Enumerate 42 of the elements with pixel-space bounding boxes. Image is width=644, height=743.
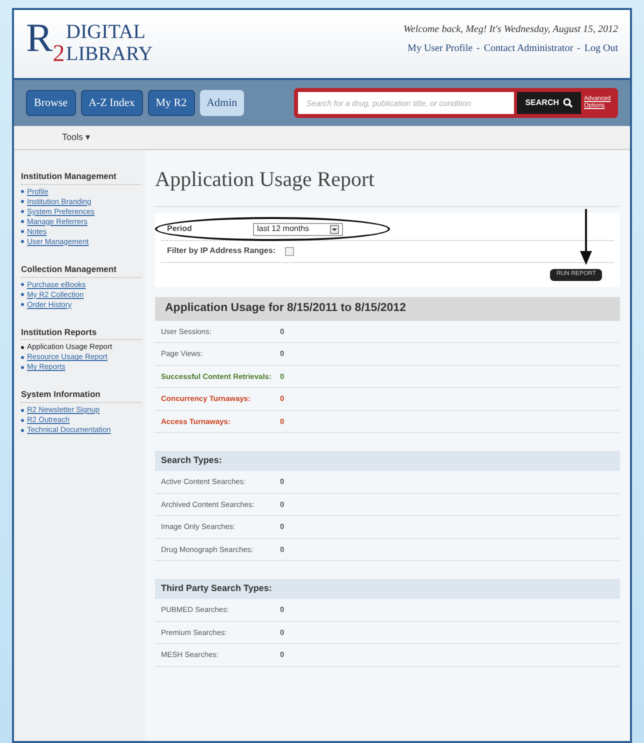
page-title: Application Usage Report (155, 164, 620, 206)
welcome-message: Welcome back, Meg! It's Wednesday, August 15, 2012 (403, 23, 618, 37)
period-dropdown[interactable]: last 12 months (253, 222, 343, 236)
tools-menu[interactable]: Tools ▾ (62, 130, 91, 144)
link-separator: - (476, 42, 480, 56)
bullet-icon (21, 418, 24, 422)
search-button[interactable]: SEARCH (517, 92, 581, 114)
filter-label: Filter by IP Address Ranges: (166, 245, 276, 257)
section-header: Search Types: (155, 451, 620, 471)
period-label: Period (166, 223, 193, 235)
bullet-icon (21, 210, 24, 214)
header-link[interactable]: Contact Administrator (484, 41, 574, 56)
search-field[interactable]: Search for a drug, publication title, or condition (298, 92, 514, 114)
bullet-icon (21, 356, 24, 359)
bullet-icon (21, 303, 24, 306)
arrow-annotation (580, 208, 592, 264)
section-header: Third Party Search Types: (155, 579, 620, 599)
section-header: Application Usage for 8/15/2011 to 8/15/2012 (155, 296, 620, 320)
bullet-icon (21, 283, 24, 286)
nav-tab[interactable]: Browse (26, 90, 76, 116)
bullet-icon (21, 408, 24, 412)
search-icon (563, 98, 573, 108)
sidebar-heading: Collection Management (21, 262, 141, 278)
nav-tab[interactable]: A-Z Index (80, 90, 143, 116)
header-link[interactable]: My User Profile (408, 41, 473, 56)
bullet-icon (21, 190, 24, 194)
link-separator: - (577, 42, 580, 56)
bullet-icon (21, 293, 24, 296)
header-link[interactable]: Log Out (584, 41, 618, 56)
sidebar-heading: System Information (21, 388, 141, 403)
filter-checkbox[interactable] (285, 246, 294, 256)
bullet-icon (21, 428, 24, 432)
bullet-icon (21, 230, 24, 234)
bullet-icon (21, 346, 24, 349)
sidebar-heading: Institution Reports (21, 326, 141, 340)
sidebar-heading: Institution Management (21, 170, 141, 185)
nav-tab[interactable]: Admin (200, 90, 244, 116)
bullet-icon (21, 240, 24, 244)
bullet-icon (21, 200, 24, 204)
bullet-icon (21, 366, 24, 369)
bullet-icon (21, 220, 24, 224)
nav-tab[interactable]: My R2 (148, 90, 195, 116)
